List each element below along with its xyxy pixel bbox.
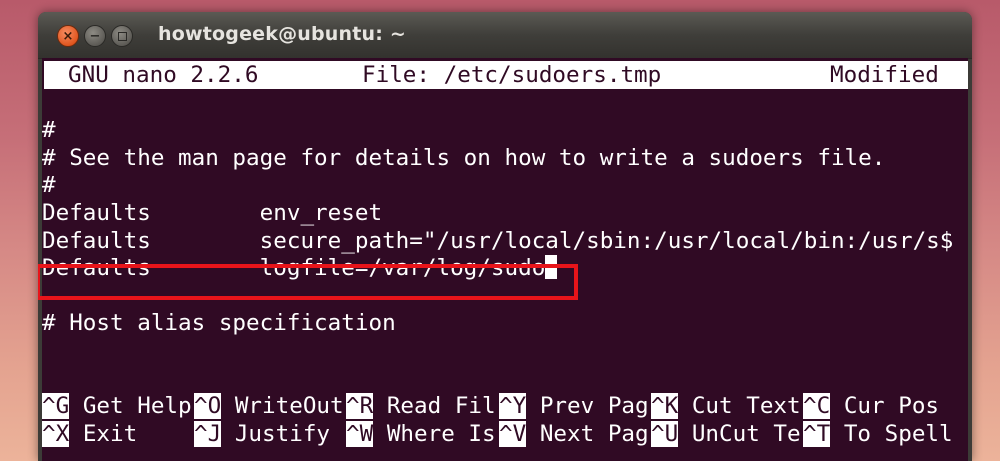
- nano-header-bar: GNU nano 2.2.6 File: /etc/sudoers.tmp Mo…: [44, 61, 968, 89]
- highlight-box: [38, 264, 578, 300]
- shortcut-prev-page[interactable]: ^Y Prev Pag: [499, 392, 649, 420]
- shortcut-label: Where Is: [373, 421, 496, 447]
- shortcut-justify[interactable]: ^J Justify: [194, 420, 330, 448]
- shortcut-writeout[interactable]: ^O WriteOut: [194, 392, 344, 420]
- shortcut-key: ^X: [42, 421, 70, 447]
- shortcut-label: Get Help: [69, 393, 192, 419]
- shortcut-key: ^K: [651, 393, 679, 419]
- shortcut-label: Next Pag: [526, 421, 649, 447]
- shortcut-row-2: ^X Exit ^J Justify ^W Where Is ^V Next P…: [42, 420, 953, 448]
- shortcut-label: UnCut Te: [678, 421, 801, 447]
- shortcut-next-page[interactable]: ^V Next Pag: [499, 420, 649, 448]
- maximize-icon: [117, 31, 127, 41]
- shortcut-key: ^R: [346, 393, 374, 419]
- nano-version: GNU nano 2.2.6: [68, 62, 259, 88]
- shortcut-key: ^O: [194, 393, 222, 419]
- shortcut-key: ^T: [803, 421, 831, 447]
- shortcut-label: Prev Pag: [526, 393, 649, 419]
- shortcut-key: ^C: [803, 393, 831, 419]
- shortcut-key: ^U: [651, 421, 679, 447]
- editor-line[interactable]: #: [42, 116, 56, 144]
- shortcut-uncut-text[interactable]: ^U UnCut Te: [651, 420, 801, 448]
- shortcut-label: WriteOut: [221, 393, 344, 419]
- nano-filename: File: /etc/sudoers.tmp: [362, 62, 662, 88]
- shortcut-read-file[interactable]: ^R Read Fil: [346, 392, 496, 420]
- shortcut-label: Justify: [221, 421, 331, 447]
- shortcut-to-spell[interactable]: ^T To Spell: [803, 420, 953, 448]
- editor-line[interactable]: # Host alias specification: [42, 309, 396, 337]
- editor-line[interactable]: #: [42, 171, 56, 199]
- shortcut-label: Cut Text: [678, 393, 801, 419]
- shortcut-label: Cur Pos: [830, 393, 940, 419]
- close-icon: ×: [62, 28, 74, 44]
- title-bar[interactable]: × − howtogeek@ubuntu: ~: [38, 12, 972, 59]
- shortcut-label: Exit: [69, 421, 138, 447]
- shortcut-label: To Spell: [830, 421, 953, 447]
- shortcut-get-help[interactable]: ^G Get Help: [42, 392, 192, 420]
- shortcut-cut-text[interactable]: ^K Cut Text: [651, 392, 801, 420]
- shortcut-cur-pos[interactable]: ^C Cur Pos: [803, 392, 939, 420]
- shortcut-key: ^G: [42, 393, 70, 419]
- minimize-icon: −: [89, 28, 101, 44]
- shortcut-row-1: ^G Get Help ^O WriteOut ^R Read Fil ^Y P…: [42, 392, 939, 420]
- shortcut-key: ^V: [499, 421, 527, 447]
- shortcut-exit[interactable]: ^X Exit: [42, 420, 137, 448]
- nano-status: Modified: [830, 62, 939, 88]
- editor-line[interactable]: # See the man page for details on how to…: [42, 144, 885, 172]
- minimize-button[interactable]: −: [84, 25, 106, 47]
- close-button[interactable]: ×: [57, 25, 79, 47]
- terminal-window: × − howtogeek@ubuntu: ~ GNU nano 2.2.6 F…: [38, 12, 972, 461]
- shortcut-where-is[interactable]: ^W Where Is: [346, 420, 496, 448]
- shortcut-key: ^Y: [499, 393, 527, 419]
- window-title: howtogeek@ubuntu: ~: [158, 23, 406, 45]
- shortcut-key: ^W: [346, 421, 374, 447]
- maximize-button[interactable]: [111, 25, 133, 47]
- editor-line[interactable]: Defaults env_reset: [42, 199, 382, 227]
- shortcut-label: Read Fil: [373, 393, 496, 419]
- terminal-area[interactable]: GNU nano 2.2.6 File: /etc/sudoers.tmp Mo…: [38, 58, 968, 461]
- shortcut-key: ^J: [194, 421, 222, 447]
- editor-line[interactable]: Defaults secure_path="/usr/local/sbin:/u…: [42, 227, 953, 255]
